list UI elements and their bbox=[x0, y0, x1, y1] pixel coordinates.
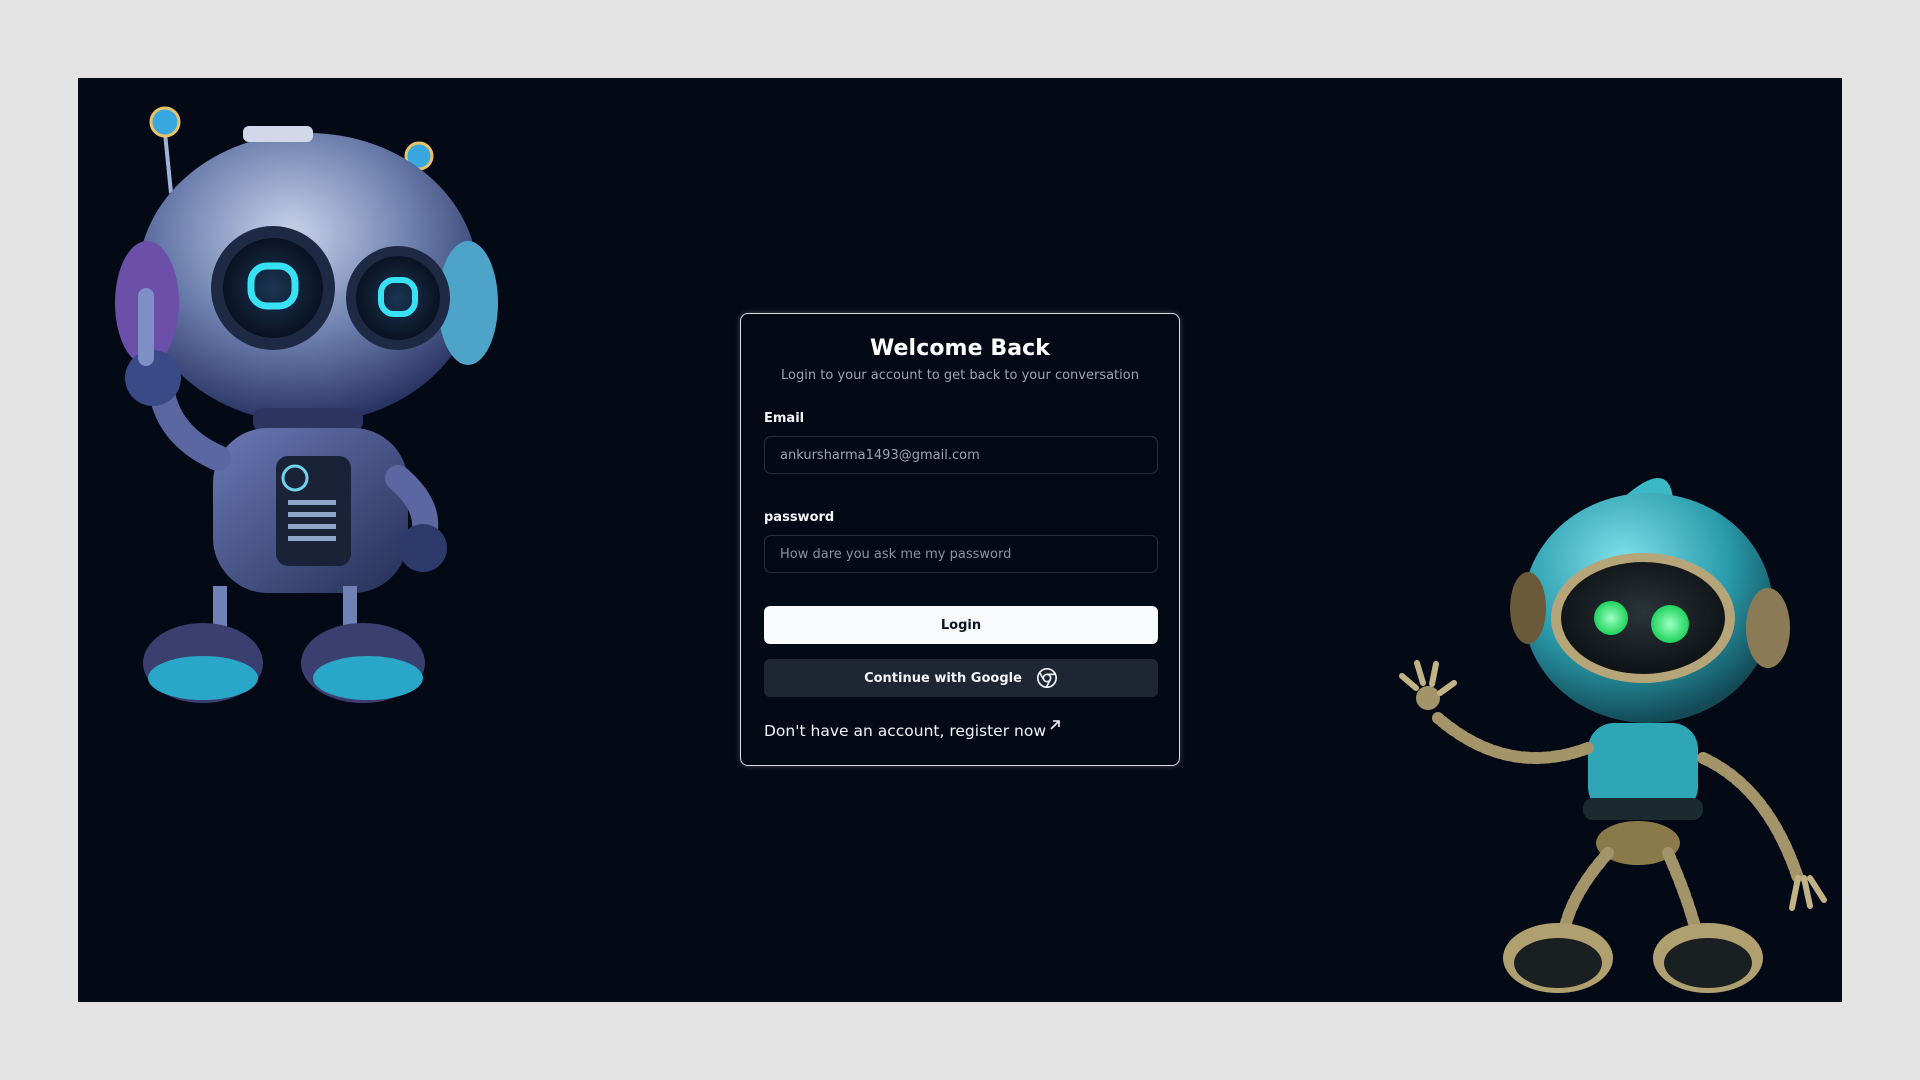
register-row: Don't have an account, register now bbox=[764, 719, 1156, 740]
login-card: Welcome Back Login to your account to ge… bbox=[740, 313, 1180, 766]
register-link[interactable]: Don't have an account, register now bbox=[764, 720, 1061, 740]
google-login-button[interactable]: Continue with Google bbox=[764, 659, 1158, 697]
page-title: Welcome Back bbox=[869, 336, 1051, 361]
password-label: password bbox=[764, 510, 835, 525]
robot-left-illustration bbox=[115, 106, 498, 703]
email-field[interactable] bbox=[764, 436, 1158, 474]
register-link-label: Don't have an account, register now bbox=[764, 722, 1047, 740]
email-label: Email bbox=[764, 411, 805, 426]
password-field[interactable] bbox=[764, 535, 1158, 573]
login-button[interactable]: Login bbox=[764, 606, 1158, 644]
arrow-up-right-icon bbox=[1050, 720, 1060, 730]
google-button-label: Continue with Google bbox=[864, 670, 1022, 686]
chrome-icon bbox=[1036, 668, 1057, 688]
app-frame: Welcome Back Login to your account to ge… bbox=[78, 78, 1842, 1002]
page-subtitle: Login to your account to get back to you… bbox=[781, 368, 1139, 383]
robot-right-illustration bbox=[1399, 478, 1827, 993]
